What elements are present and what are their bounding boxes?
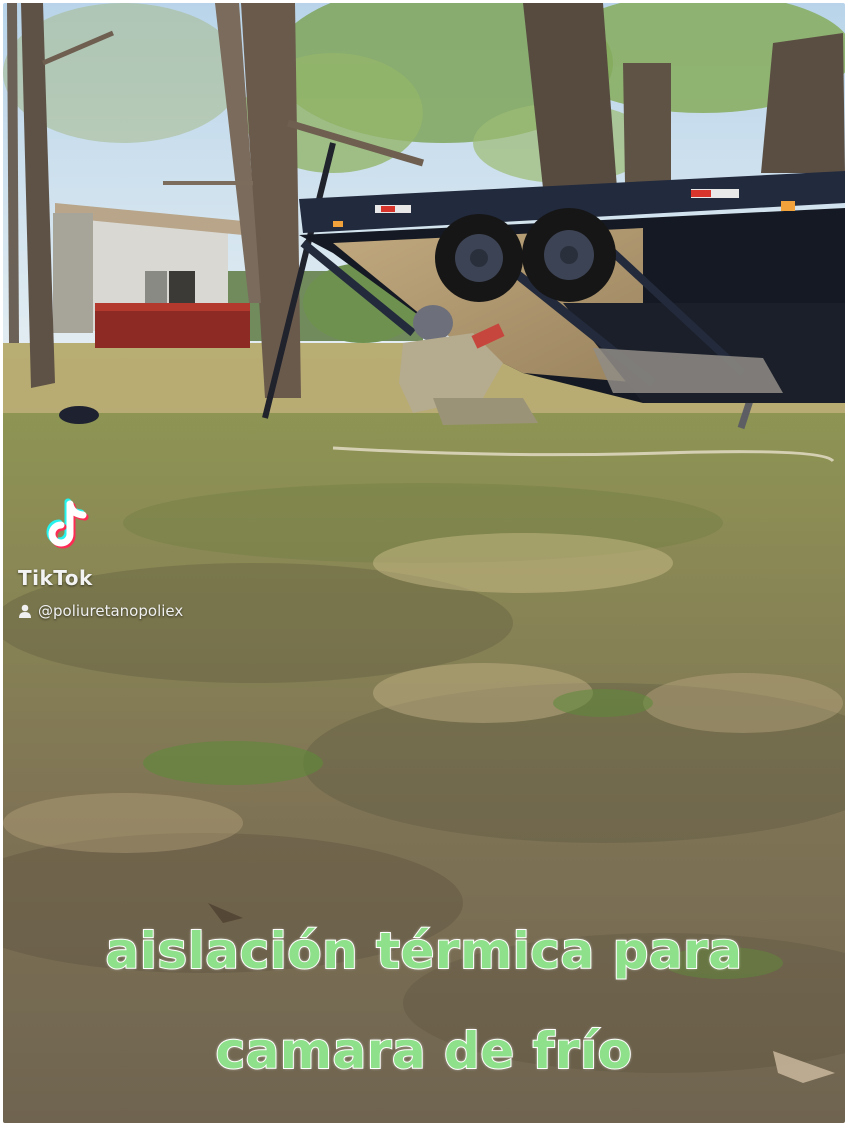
tiktok-note-icon (46, 498, 89, 549)
tiktok-brand-text: TikTok (18, 566, 93, 590)
tiktok-handle: @poliuretanopoliex (18, 602, 183, 620)
caption-line-1: aislación térmica para (104, 921, 743, 981)
video-frame: TikTok @poliuretanopoliex aislación térm… (0, 0, 848, 1126)
tiktok-handle-text: @poliuretanopoliex (38, 602, 184, 620)
caption-line-2: camara de frío (214, 1021, 633, 1081)
user-icon (19, 604, 31, 618)
